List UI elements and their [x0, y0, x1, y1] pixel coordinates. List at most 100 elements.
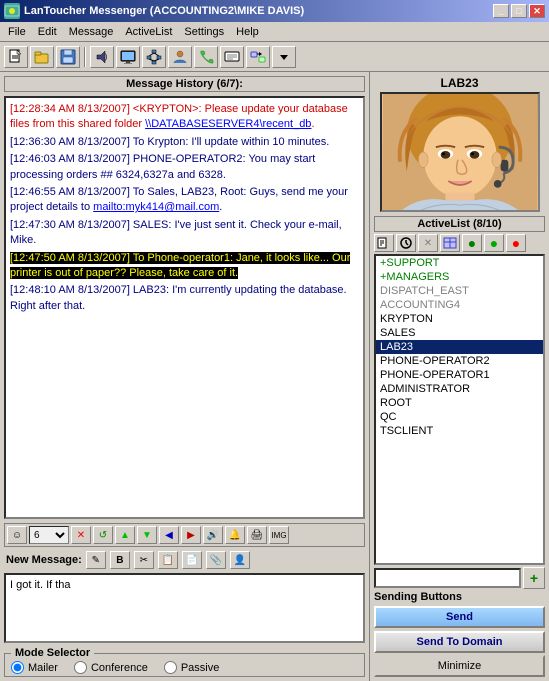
list-item-qc[interactable]: QC [376, 410, 543, 424]
al-btn-4[interactable] [440, 234, 460, 252]
new-btn[interactable] [4, 46, 28, 68]
left-btn[interactable]: ◀ [159, 526, 179, 544]
menu-settings[interactable]: Settings [178, 24, 230, 40]
message-history-title: Message History (6/7): [4, 76, 365, 92]
list-item-root[interactable]: ROOT [376, 396, 543, 410]
open-btn[interactable] [30, 46, 54, 68]
list-item-accounting4[interactable]: ACCOUNTING4 [376, 298, 543, 312]
dropdown-btn[interactable] [272, 46, 296, 68]
link-db[interactable]: \\DATABASESERVER4\recent_db [145, 118, 311, 130]
msg-4: [12:46:55 AM 8/13/2007] To Sales, LAB23,… [10, 185, 359, 216]
input-toolbar-2: New Message: ✎ B ✂ 📋 📄 📎 👤 [4, 551, 365, 569]
cut-small-btn[interactable]: ✂ [134, 551, 154, 569]
list-item-lab23[interactable]: LAB23 [376, 340, 543, 354]
mode-selector: Mode Selector Mailer Conference Passive [4, 647, 365, 677]
menu-edit[interactable]: Edit [32, 24, 63, 40]
refresh-btn[interactable]: ↺ [93, 526, 113, 544]
main-content: Message History (6/7): [12:28:34 AM 8/13… [0, 72, 549, 681]
menu-activelist[interactable]: ActiveList [119, 24, 178, 40]
user-photo [380, 92, 540, 212]
radio-passive[interactable]: Passive [164, 661, 220, 674]
radio-conference[interactable]: Conference [74, 661, 148, 674]
window-controls: _ □ ✕ [493, 4, 545, 18]
menu-file[interactable]: File [2, 24, 32, 40]
up-btn[interactable]: ▲ [115, 526, 135, 544]
al-btn-1[interactable] [374, 234, 394, 252]
list-item-support[interactable]: +SUPPORT [376, 256, 543, 270]
bell-btn[interactable]: 🔔 [225, 526, 245, 544]
send-to-domain-button[interactable]: Send To Domain [374, 631, 545, 653]
list-item-phone-op1[interactable]: PHONE-OPERATOR1 [376, 368, 543, 382]
main-toolbar: ) [0, 42, 549, 72]
menu-message[interactable]: Message [63, 24, 120, 40]
list-item-dispatch[interactable]: DISPATCH_EAST [376, 284, 543, 298]
copy-small-btn[interactable]: 📋 [158, 551, 178, 569]
close-window-btn[interactable]: ✕ [529, 4, 545, 18]
active-list-toolbar: ✕ ● ● ● [374, 234, 545, 252]
list-item-admin[interactable]: ADMINISTRATOR [376, 382, 543, 396]
list-item-krypton[interactable]: KRYPTON [376, 312, 543, 326]
save-btn[interactable] [56, 46, 80, 68]
emoticon-btn[interactable]: ☺ [7, 526, 27, 544]
right-panel: LAB23 [369, 72, 549, 681]
cancel-btn2[interactable]: ✕ [71, 526, 91, 544]
al-btn-red[interactable]: ● [506, 234, 526, 252]
monitor-btn[interactable] [116, 46, 140, 68]
bold-small-btn[interactable]: B [110, 551, 130, 569]
list-item-tsclient[interactable]: TSCLIENT [376, 424, 543, 438]
search-input[interactable] [374, 568, 521, 588]
right-btn[interactable]: ▶ [181, 526, 201, 544]
msg-3: [12:46:03 AM 8/13/2007] PHONE-OPERATOR2:… [10, 152, 359, 183]
toolbar-sep-1 [84, 47, 86, 67]
speaker-small-btn[interactable]: 🔊 [203, 526, 223, 544]
sending-label: Sending Buttons [374, 591, 545, 603]
title-bar: LanToucher Messenger (ACCOUNTING2\MIKE D… [0, 0, 549, 22]
link-email[interactable]: mailto:myk414@mail.com [93, 201, 219, 213]
al-btn-3[interactable]: ✕ [418, 234, 438, 252]
al-btn-2[interactable] [396, 234, 416, 252]
down-btn[interactable]: ▼ [137, 526, 157, 544]
attach-small-btn[interactable]: 📎 [206, 551, 226, 569]
app-icon [4, 3, 20, 19]
msg-btn[interactable] [220, 46, 244, 68]
list-item-sales[interactable]: SALES [376, 326, 543, 340]
sending-buttons: Sending Buttons Send Send To Domain [374, 591, 545, 653]
message-input[interactable]: I got it. If tha [4, 573, 365, 643]
msg-7: [12:48:10 AM 8/13/2007] LAB23: I'm curre… [10, 283, 359, 314]
maximize-window-btn[interactable]: □ [511, 4, 527, 18]
add-btn[interactable]: + [523, 567, 545, 589]
active-list-box[interactable]: +SUPPORT +MANAGERS DISPATCH_EAST ACCOUNT… [374, 254, 545, 565]
menu-bar: File Edit Message ActiveList Settings He… [0, 22, 549, 42]
phone-btn[interactable] [194, 46, 218, 68]
new-message-label: New Message: [6, 554, 82, 566]
left-panel: Message History (6/7): [12:28:34 AM 8/13… [0, 72, 369, 681]
list-item-managers[interactable]: +MANAGERS [376, 270, 543, 284]
minimize-button[interactable]: Minimize [374, 655, 545, 677]
user-name-label: LAB23 [440, 76, 478, 90]
photo-small-btn[interactable]: 👤 [230, 551, 250, 569]
menu-help[interactable]: Help [230, 24, 265, 40]
send-button[interactable]: Send [374, 606, 545, 628]
edit-btn[interactable]: ✎ [86, 551, 106, 569]
al-btn-green1[interactable]: ● [462, 234, 482, 252]
print-small-btn[interactable]: 🖨 [247, 526, 267, 544]
message-history[interactable]: [12:28:34 AM 8/13/2007] <KRYPTON>: Pleas… [4, 96, 365, 519]
transfer-btn[interactable] [246, 46, 270, 68]
speaker-btn[interactable]: ) [90, 46, 114, 68]
font-size-select[interactable]: 6789101214 [29, 526, 69, 544]
list-item-phone-op2[interactable]: PHONE-OPERATOR2 [376, 354, 543, 368]
msg-6: [12:47:50 AM 8/13/2007] To Phone-operato… [10, 251, 359, 282]
active-list-section: ActiveList (8/10) ✕ ● ● ● +SUPPORT [374, 216, 545, 677]
msg-2: [12:36:30 AM 8/13/2007] To Krypton: I'll… [10, 135, 359, 150]
al-btn-green2[interactable]: ● [484, 234, 504, 252]
minimize-window-btn[interactable]: _ [493, 4, 509, 18]
paste-small-btn[interactable]: 📄 [182, 551, 202, 569]
user-btn[interactable] [168, 46, 192, 68]
window-title: LanToucher Messenger (ACCOUNTING2\MIKE D… [24, 5, 493, 17]
user-photo-area: LAB23 [374, 76, 545, 212]
active-list-title: ActiveList (8/10) [374, 216, 545, 232]
svg-text:): ) [105, 54, 107, 61]
radio-mailer[interactable]: Mailer [11, 661, 58, 674]
image-small-btn[interactable]: IMG [269, 526, 289, 544]
network-btn[interactable] [142, 46, 166, 68]
